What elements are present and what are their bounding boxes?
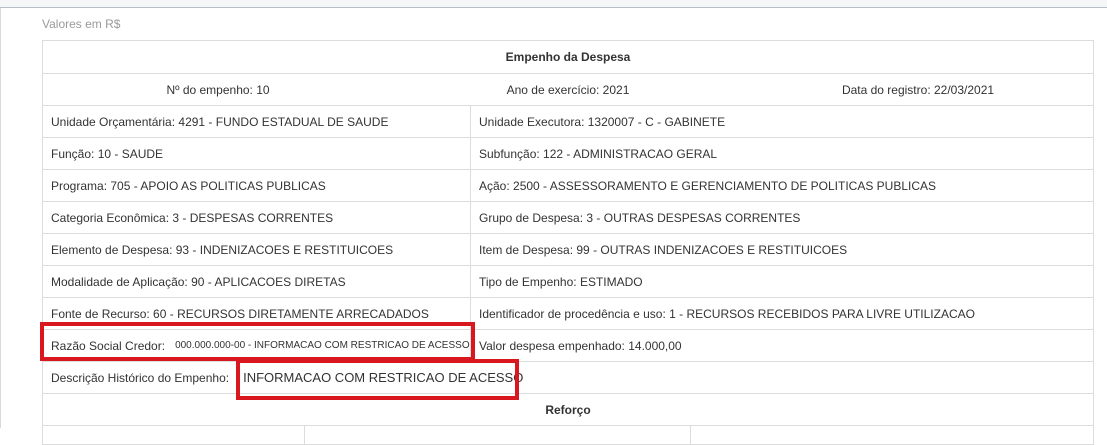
tipo-empenho: Tipo de Empenho: ESTIMADO [479, 274, 643, 289]
exercise-year: Ano de exercício: 2021 [506, 82, 630, 97]
unidade-orcamentaria: Unidade Orçamentária: 4291 - FUNDO ESTAD… [43, 106, 471, 137]
table-row: Elemento de Despesa: 93 - INDENIZACOES E… [43, 234, 1093, 266]
reforco-title-row: Reforço [43, 394, 1093, 426]
credor-value: 000.000.000-00 - INFORMACAO COM RESTRICA… [175, 340, 470, 351]
page-left-edge [0, 8, 1, 428]
credor-cell: Razão Social Credor: 000.000.000-00 - IN… [43, 330, 471, 361]
table-row: Modalidade de Aplicação: 90 - APLICACOES… [43, 266, 1093, 298]
empenho-number: Nº do empenho: 10 [166, 82, 270, 97]
table-row: Descrição Histórico do Empenho: INFORMAC… [43, 362, 1093, 394]
historico-value: INFORMACAO COM RESTRICAO DE ACESSO [243, 370, 524, 385]
table-row: Categoria Econômica: 3 - DESPESAS CORREN… [43, 202, 1093, 234]
reforco-column [691, 426, 1093, 444]
reforco-columns-row [43, 426, 1093, 444]
reforco-column [43, 426, 305, 444]
table-row: Fonte de Recurso: 60 - RECURSOS DIRETAME… [43, 298, 1093, 330]
reforco-title: Reforço [545, 402, 591, 417]
fonte-recurso: Fonte de Recurso: 60 - RECURSOS DIRETAME… [43, 298, 471, 329]
valor-empenhado: Valor despesa empenhado: 14.000,00 [479, 338, 682, 353]
credor-label: Razão Social Credor: [51, 338, 166, 353]
grupo-despesa: Grupo de Despesa: 3 - OUTRAS DESPESAS CO… [479, 210, 801, 225]
empenho-table: Empenho da Despesa Nº do empenho: 10 Ano… [42, 40, 1094, 445]
programa: Programa: 705 - APOIO AS POLITICAS PUBLI… [43, 170, 471, 201]
table-title: Empenho da Despesa [505, 50, 631, 64]
categoria-economica: Categoria Econômica: 3 - DESPESAS CORREN… [43, 202, 471, 233]
historico-cell: Descrição Histórico do Empenho: INFORMAC… [43, 362, 1093, 393]
unidade-executora: Unidade Executora: 1320007 - C - GABINET… [479, 114, 726, 129]
subfuncao: Subfunção: 122 - ADMINISTRACAO GERAL [479, 146, 718, 161]
identificador-procedencia: Identificador de procedência e uso: 1 - … [479, 306, 975, 321]
currency-note: Valores em R$ [42, 17, 121, 31]
table-row: Razão Social Credor: 000.000.000-00 - IN… [43, 330, 1093, 362]
item-despesa: Item de Despesa: 99 - OUTRAS INDENIZACOE… [479, 242, 848, 257]
registration-date: Data do registro: 22/03/2021 [841, 82, 995, 97]
funcao: Função: 10 - SAUDE [43, 138, 471, 169]
table-row: Unidade Orçamentária: 4291 - FUNDO ESTAD… [43, 106, 1093, 138]
reforco-column [305, 426, 691, 444]
historico-label: Descrição Histórico do Empenho: [51, 370, 230, 385]
acao: Ação: 2500 - ASSESSORAMENTO E GERENCIAME… [479, 178, 937, 193]
empenho-meta-row: Nº do empenho: 10 Ano de exercício: 2021… [43, 74, 1093, 106]
table-row: Programa: 705 - APOIO AS POLITICAS PUBLI… [43, 170, 1093, 202]
elemento-despesa: Elemento de Despesa: 93 - INDENIZACOES E… [43, 234, 471, 265]
table-row: Função: 10 - SAUDE Subfunção: 122 - ADMI… [43, 138, 1093, 170]
table-title-row: Empenho da Despesa [43, 41, 1093, 74]
modalidade-aplicacao: Modalidade de Aplicação: 90 - APLICACOES… [43, 266, 471, 297]
top-toolbar-edge [0, 0, 1107, 8]
